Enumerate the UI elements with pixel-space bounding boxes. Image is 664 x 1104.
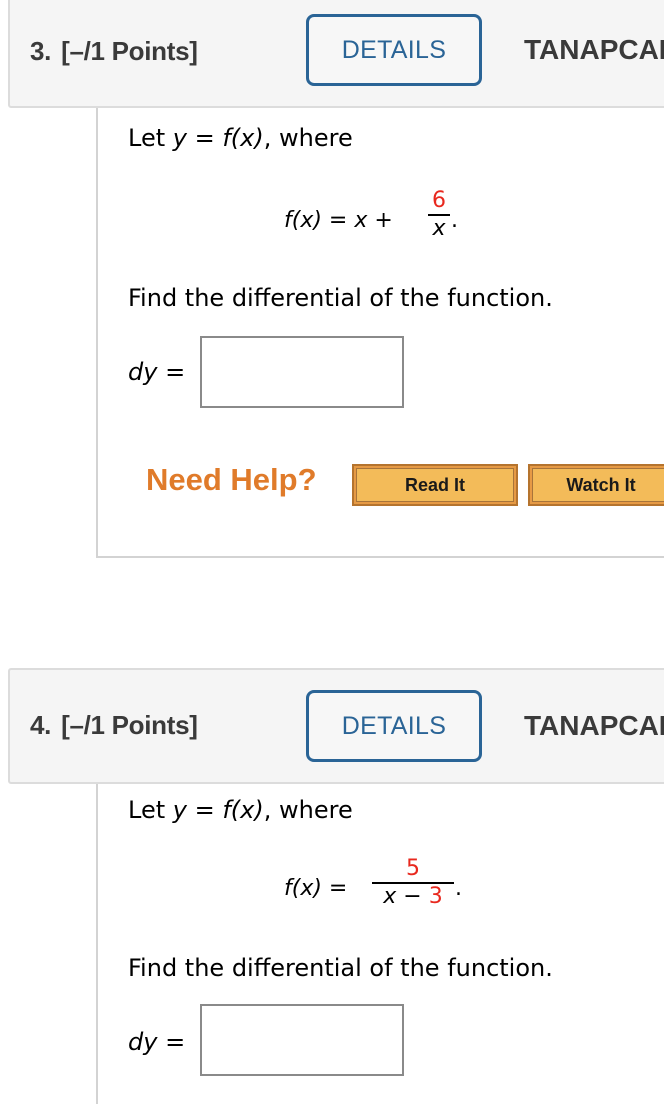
fx: f(x) <box>222 124 264 152</box>
question-number-text: 3. <box>30 36 52 66</box>
source-label: TANAPCALC <box>524 34 664 65</box>
dy-label: dy <box>128 1028 158 1056</box>
formula-period: . <box>455 876 462 901</box>
question-number: 3. [–/1 Points] <box>30 36 198 67</box>
question-body: Let y = f(x), where f(x) = 5 x − 3 . Fin… <box>96 784 664 1104</box>
equals: = <box>186 124 223 152</box>
answer-label: dy = <box>128 1028 185 1056</box>
source-label: TANAPCALC <box>524 710 664 741</box>
intro-prefix: Let <box>128 124 173 152</box>
answer-equals: = <box>157 1028 186 1056</box>
details-button[interactable]: DETAILS <box>306 14 482 86</box>
den-minus: − <box>396 884 429 909</box>
formula-fraction: 6 x <box>428 188 450 242</box>
intro-text: Let y = f(x), where <box>128 796 353 824</box>
intro-prefix: Let <box>128 796 173 824</box>
question-body: Let y = f(x), where f(x) = x + 6 x . Fin… <box>96 108 664 558</box>
dy-label: dy <box>128 358 158 386</box>
equals: = <box>186 796 223 824</box>
formula-equals: = <box>321 876 348 901</box>
formula-term: x <box>354 208 368 233</box>
prompt-text: Find the differential of the function. <box>128 954 553 982</box>
formula-period: . <box>451 208 458 233</box>
den-const: 3 <box>428 884 443 909</box>
formula-plus: + <box>367 208 393 233</box>
var-y: y <box>172 124 187 152</box>
formula: f(x) = x + <box>284 208 393 233</box>
answer-equals: = <box>157 358 186 386</box>
question-number: 4. [–/1 Points] <box>30 710 198 741</box>
intro-suffix: , where <box>263 124 353 152</box>
question-number-text: 4. <box>30 710 52 740</box>
formula-lhs: f(x) <box>284 876 322 901</box>
formula-fraction: 5 x − 3 <box>372 856 454 910</box>
intro-suffix: , where <box>263 796 353 824</box>
answer-input[interactable] <box>200 1004 404 1076</box>
details-button[interactable]: DETAILS <box>306 690 482 762</box>
watch-it-button[interactable]: Watch It <box>528 464 664 506</box>
var-y: y <box>172 796 187 824</box>
points-label: [–/1 Points] <box>61 710 198 740</box>
formula: f(x) = <box>284 876 347 901</box>
points-label: [–/1 Points] <box>61 36 198 66</box>
fraction-denominator: x − 3 <box>383 884 442 910</box>
prompt-text: Find the differential of the function. <box>128 284 553 312</box>
need-help-label: Need Help? <box>146 462 317 497</box>
read-it-button[interactable]: Read It <box>352 464 518 506</box>
intro-text: Let y = f(x), where <box>128 124 353 152</box>
fraction-numerator: 5 <box>406 856 420 881</box>
fraction-denominator: x <box>432 216 446 241</box>
answer-label: dy = <box>128 358 185 386</box>
formula-lhs: f(x) <box>284 208 322 233</box>
answer-input[interactable] <box>200 336 404 408</box>
fraction-numerator: 6 <box>432 188 446 213</box>
formula-equals: = <box>321 208 355 233</box>
den-var: x <box>383 884 397 909</box>
fx: f(x) <box>222 796 264 824</box>
